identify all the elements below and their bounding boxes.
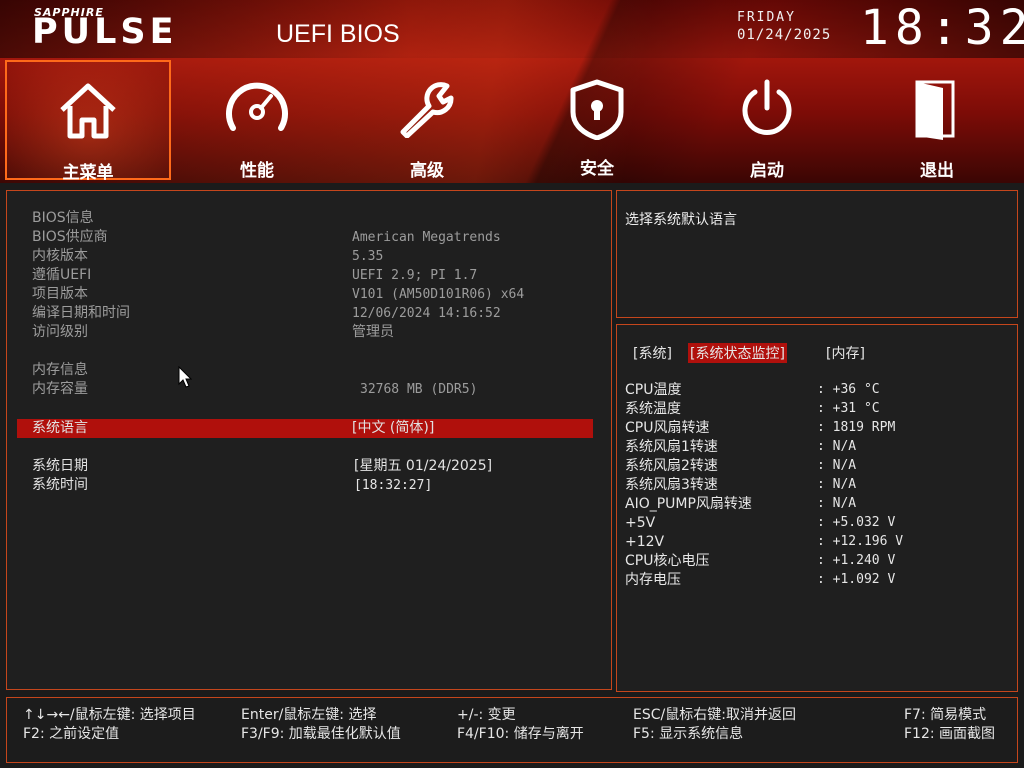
- v12-value: : +12.196 V: [817, 534, 904, 549]
- system-time-label[interactable]: 系统时间: [32, 476, 88, 495]
- tab-exit-label: 退出: [920, 161, 954, 181]
- access-level-label: 访问级别: [32, 324, 88, 340]
- bios-vendor-value: American Megatrends: [352, 230, 501, 245]
- tab-performance[interactable]: 性能: [174, 60, 340, 181]
- header-bar: SAPPHIRE PULSE UEFI BIOS FRIDAY 01/24/20…: [0, 0, 1024, 183]
- tab-boot[interactable]: 启动: [684, 60, 850, 181]
- tab-main-menu[interactable]: 主菜单: [5, 60, 171, 183]
- sys-fan2-label: 系统风扇2转速: [625, 458, 718, 474]
- day-of-week: FRIDAY: [737, 10, 796, 25]
- tab-exit[interactable]: 退出: [854, 60, 1020, 181]
- aio-pump-label: AIO_PUMP风扇转速: [625, 496, 752, 512]
- system-time-value[interactable]: [18:32:27]: [354, 476, 432, 495]
- sys-fan3-value: : N/A: [817, 477, 857, 492]
- uefi-compliance-label: 遵循UEFI: [32, 267, 92, 283]
- hint-navigate: ↑↓→←/鼠标左键: 选择项目: [23, 707, 196, 723]
- hint-f12: F12: 画面截图: [904, 726, 996, 742]
- memory-capacity-label: 内存容量: [32, 381, 88, 397]
- cpu-temp-value: : +36 °C: [817, 382, 880, 397]
- tab-security[interactable]: 安全: [514, 60, 680, 180]
- system-language-value[interactable]: [中文 (简体)]: [352, 419, 434, 438]
- hint-f5: F5: 显示系统信息: [633, 726, 744, 742]
- selected-row-highlight: [17, 419, 593, 438]
- v5-value: : +5.032 V: [817, 515, 896, 530]
- bios-info-heading: BIOS信息: [32, 210, 94, 226]
- hint-f3f9: F3/F9: 加载最佳化默认值: [241, 726, 401, 742]
- project-version-label: 项目版本: [32, 286, 88, 302]
- bios-vendor-label: BIOS供应商: [32, 229, 108, 245]
- brand-main-text: PULSE: [32, 12, 178, 52]
- status-tab-memory[interactable]: [内存]: [826, 343, 865, 363]
- tab-main-menu-label: 主菜单: [62, 163, 114, 183]
- key-hints-footer: ↑↓→←/鼠标左键: 选择项目 Enter/鼠标左键: 选择 +/-: 变更 E…: [6, 697, 1018, 763]
- cpu-temp-label: CPU温度: [625, 382, 682, 398]
- hint-f7: F7: 简易模式: [904, 707, 987, 723]
- system-language-label[interactable]: 系统语言: [32, 419, 88, 438]
- tab-security-label: 安全: [580, 159, 614, 179]
- tab-advanced-label: 高级: [410, 161, 444, 181]
- build-date-value: 12/06/2024 14:16:52: [352, 306, 501, 321]
- system-date-value[interactable]: [星期五 01/24/2025]: [354, 457, 492, 476]
- memory-capacity-value: 32768 MB (DDR5): [360, 382, 478, 397]
- sys-fan1-value: : N/A: [817, 439, 857, 454]
- aio-pump-value: : N/A: [817, 496, 857, 511]
- memory-info-heading: 内存信息: [32, 362, 88, 378]
- power-icon: [742, 79, 792, 135]
- cpu-vcore-value: : +1.240 V: [817, 553, 896, 568]
- wrench-icon: [400, 82, 454, 138]
- system-temp-value: : +31 °C: [817, 401, 880, 416]
- speedometer-icon: [226, 82, 288, 131]
- tab-performance-label: 性能: [240, 161, 274, 181]
- core-version-label: 内核版本: [32, 248, 88, 264]
- status-tab-hardware-monitor[interactable]: [系统状态监控]: [688, 343, 787, 363]
- current-date: 01/24/2025: [737, 27, 832, 43]
- shield-lock-icon: [570, 79, 624, 140]
- v12-label: +12V: [625, 534, 665, 550]
- uefi-compliance-value: UEFI 2.9; PI 1.7: [352, 268, 478, 283]
- cpu-fan-value: : 1819 RPM: [817, 420, 896, 435]
- status-tab-system[interactable]: [系统]: [633, 343, 672, 363]
- exit-door-icon: [915, 80, 955, 140]
- access-level-value: 管理员: [352, 324, 394, 340]
- project-version-value: V101 (AM50D101R06) x64: [352, 287, 525, 302]
- hint-change: +/-: 变更: [457, 707, 516, 723]
- cpu-fan-label: CPU风扇转速: [625, 420, 710, 436]
- hint-f2: F2: 之前设定值: [23, 726, 120, 742]
- dram-voltage-value: : +1.092 V: [817, 572, 896, 587]
- status-panel: [系统] [系统状态监控] [内存] CPU温度 : +36 °C 系统温度 :…: [616, 324, 1018, 692]
- system-temp-label: 系统温度: [625, 401, 681, 417]
- hint-f4f10: F4/F10: 储存与离开: [457, 726, 584, 742]
- main-info-panel: BIOS信息 BIOS供应商 American Megatrends 内核版本 …: [6, 190, 612, 690]
- clock: 18:32: [860, 0, 1024, 56]
- uefi-bios-title: UEFI BIOS: [276, 20, 400, 48]
- home-icon: [60, 83, 116, 139]
- build-date-label: 编译日期和时间: [32, 305, 130, 321]
- cpu-vcore-label: CPU核心电压: [625, 553, 710, 569]
- sys-fan2-value: : N/A: [817, 458, 857, 473]
- sys-fan1-label: 系统风扇1转速: [625, 439, 718, 455]
- help-text: 选择系统默认语言: [625, 212, 737, 228]
- tab-advanced[interactable]: 高级: [344, 60, 510, 181]
- v5-label: +5V: [625, 515, 656, 531]
- hint-enter: Enter/鼠标左键: 选择: [241, 707, 377, 723]
- core-version-value: 5.35: [352, 249, 384, 264]
- tab-boot-label: 启动: [750, 161, 784, 181]
- system-date-label[interactable]: 系统日期: [32, 457, 88, 476]
- mouse-cursor-icon: [178, 366, 192, 388]
- dram-voltage-label: 内存电压: [625, 572, 681, 588]
- hint-esc: ESC/鼠标右键:取消并返回: [633, 707, 796, 723]
- sys-fan3-label: 系统风扇3转速: [625, 477, 718, 493]
- help-panel: 选择系统默认语言: [616, 190, 1018, 318]
